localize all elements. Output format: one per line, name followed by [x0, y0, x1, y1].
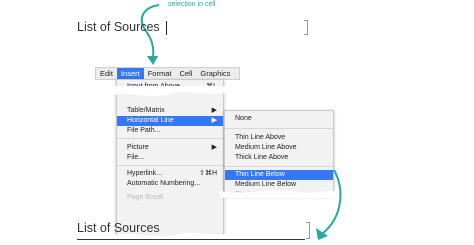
menu-separator — [117, 165, 223, 166]
menu-item-table-matrix[interactable]: Table/Matrix ▶ — [117, 106, 223, 116]
menu-item-file[interactable]: File... — [117, 153, 223, 163]
shortcut-label: ⇧⌘H — [199, 170, 217, 177]
menu-item-picture[interactable]: Picture ▶ — [117, 143, 223, 153]
menu-format[interactable]: Format — [144, 68, 176, 79]
menu-separator — [225, 128, 333, 129]
menu-item-automatic-numbering[interactable]: Automatic Numbering... — [117, 179, 223, 189]
text-cursor — [166, 21, 167, 35]
menu-edit[interactable]: Edit — [96, 68, 117, 79]
cell-title-top[interactable]: List of Sources — [77, 20, 160, 34]
menu-item-hyperlink[interactable]: Hyperlink... ⇧⌘H — [117, 169, 223, 179]
annotation-label: selection in cell — [168, 1, 216, 8]
result-arrow-icon — [316, 169, 342, 240]
submenu-item-thick-line-above[interactable]: Thick Line Above — [225, 153, 333, 163]
submenu-arrow-icon: ▶ — [211, 117, 217, 124]
menu-separator — [117, 138, 223, 139]
menu-insert[interactable]: Insert — [116, 68, 144, 79]
submenu-arrow-icon: ▶ — [211, 107, 217, 114]
submenu-arrow-icon: ▶ — [211, 144, 217, 151]
thin-line-below — [77, 239, 305, 240]
menu-graphics[interactable]: Graphics — [196, 68, 234, 79]
menu-item-page-break[interactable]: Page Break — [117, 193, 223, 203]
submenu-item-none[interactable]: None — [225, 114, 333, 124]
menu-separator — [225, 166, 333, 167]
menu-item-horizontal-line[interactable]: Horizontal Line ▶ — [117, 116, 223, 126]
insert-menu: Input from Above ⌘L Table/Matrix ▶ Horiz… — [116, 79, 224, 241]
cell-bracket-top[interactable] — [304, 20, 308, 35]
cell-bracket-bottom[interactable] — [306, 222, 310, 239]
submenu-item-medium-line-above[interactable]: Medium Line Above — [225, 143, 333, 153]
submenu-item-thin-line-above[interactable]: Thin Line Above — [225, 133, 333, 143]
torn-edge — [110, 86, 228, 96]
menu-item-file-path[interactable]: File Path... — [117, 126, 223, 136]
cell-title-bottom[interactable]: List of Sources — [77, 221, 160, 235]
menu-cell[interactable]: Cell — [175, 68, 196, 79]
